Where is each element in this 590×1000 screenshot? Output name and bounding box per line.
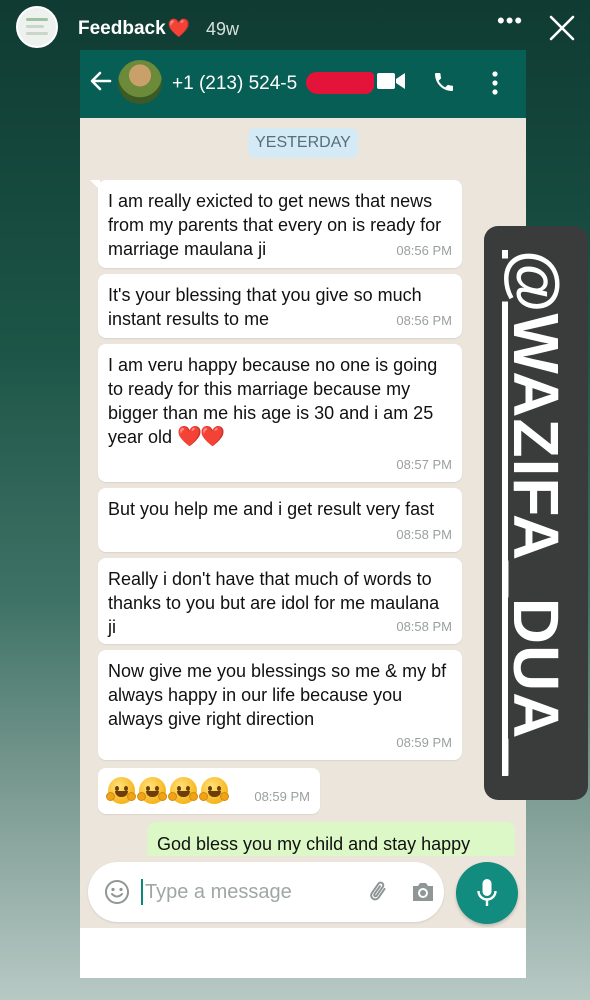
hugging-face-emoji (137, 777, 167, 804)
story-username[interactable]: Feedback ❤️ (78, 18, 190, 40)
message-composer: Type a message (80, 856, 526, 928)
message-time: 08:59 PM (396, 735, 452, 750)
message-time: 08:56 PM (396, 313, 452, 328)
heart-emoji: ❤️ (167, 18, 191, 38)
message-input[interactable]: Type a message (88, 862, 444, 922)
message-bubble[interactable]: I am really exicted to get news that new… (90, 180, 462, 268)
message-bubble[interactable]: But you help me and i get result very fa… (98, 488, 462, 552)
hugging-face-emoji (106, 777, 136, 804)
message-time: 08:56 PM (396, 243, 452, 258)
redaction-scribble (306, 72, 374, 94)
message-bubble[interactable]: Now give me you blessings so me & my bf … (98, 650, 462, 760)
microphone-button[interactable] (456, 862, 518, 924)
message-text: I am really exicted to get news that new… (108, 191, 442, 259)
message-bubble[interactable]: I am veru happy because no one is going … (98, 344, 462, 482)
message-bubble[interactable]: Really i don't have that much of words t… (98, 558, 462, 644)
message-text: Really i don't have that much of words t… (108, 569, 440, 637)
message-text: But you help me and i get result very fa… (108, 499, 435, 519)
message-bubble[interactable]: It's your blessing that you give so much… (98, 274, 462, 338)
more-horizontal-icon[interactable]: ••• (497, 8, 523, 34)
date-chip: YESTERDAY (248, 128, 358, 158)
story-username-text: Feedback (78, 18, 166, 39)
whatsapp-screenshot: +1 (213) 524-5 YESTERDAY I am really exi… (80, 50, 526, 978)
hearts-emoji: ❤️❤️ (177, 426, 225, 448)
message-placeholder: Type a message (145, 881, 292, 903)
message-time: 08:58 PM (396, 527, 452, 542)
text-cursor (141, 879, 143, 905)
message-text: God bless you my child and stay happy (157, 834, 471, 854)
watermark-label: @WAZIFA_DUA_ (484, 226, 588, 800)
chat-area: YESTERDAY I am really exicted to get new… (80, 118, 526, 862)
contact-number[interactable]: +1 (213) 524-5 (172, 73, 297, 95)
hugging-face-emoji (168, 777, 198, 804)
camera-icon[interactable] (410, 880, 436, 904)
chat-app-bar: +1 (213) 524-5 (80, 50, 526, 118)
microphone-icon (477, 879, 497, 906)
phone-icon[interactable] (432, 70, 456, 94)
story-posted-ago: 49w (206, 19, 240, 39)
message-text: I am veru happy because no one is going … (108, 355, 438, 447)
message-text: Now give me you blessings so me & my bf … (108, 661, 447, 729)
message-time: 08:59 PM (254, 789, 310, 804)
story-avatar[interactable] (16, 6, 58, 48)
hugging-face-emoji (199, 777, 229, 804)
bottom-strip (80, 928, 526, 978)
more-vertical-icon[interactable] (490, 70, 500, 96)
back-arrow-icon[interactable] (88, 68, 114, 94)
video-call-icon[interactable] (376, 70, 406, 92)
contact-avatar[interactable] (118, 60, 162, 104)
message-time: 08:57 PM (396, 457, 452, 472)
emoji-message-bubble[interactable]: 08:59 PM (98, 768, 320, 814)
watermark-text: @WAZIFA_DUA_ (500, 250, 572, 776)
paperclip-icon[interactable] (366, 879, 392, 905)
message-time: 08:58 PM (396, 619, 452, 634)
message-text: It's your blessing that you give so much… (108, 285, 422, 329)
close-icon[interactable] (548, 14, 576, 42)
emoji-icon[interactable] (104, 879, 130, 905)
